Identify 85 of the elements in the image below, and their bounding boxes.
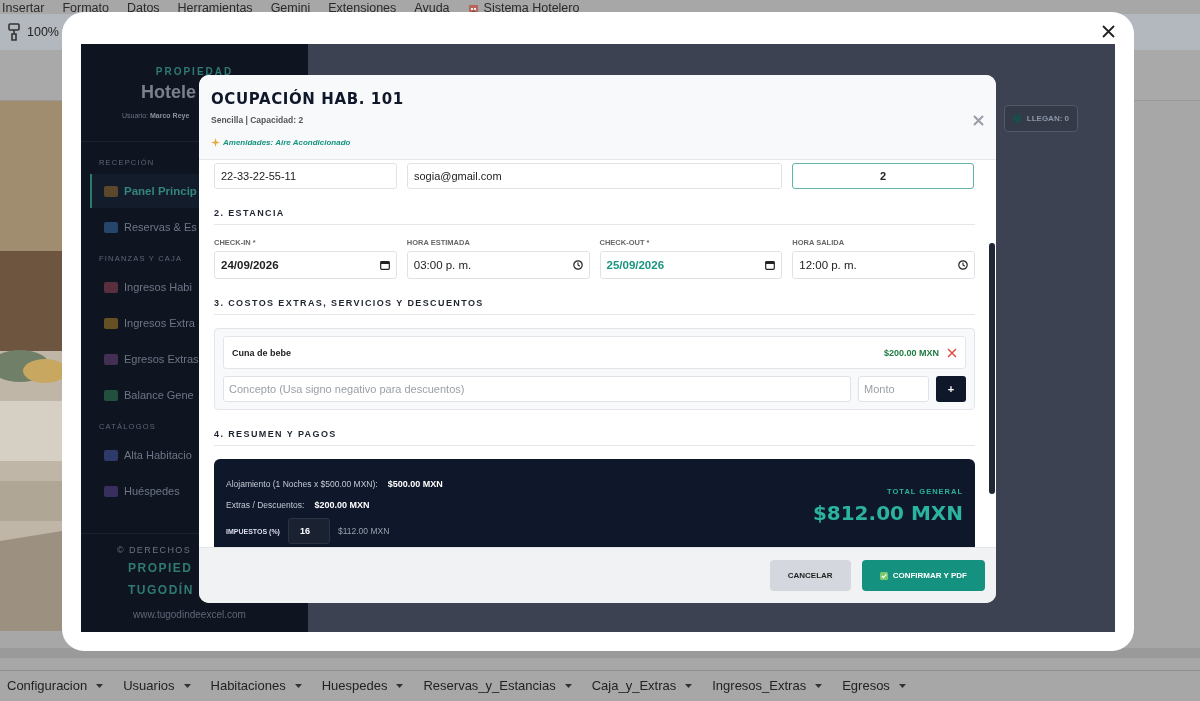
caret-icon xyxy=(96,683,104,688)
sheet-tab[interactable]: Ingresos_Extras xyxy=(712,678,823,693)
concept-field[interactable]: Concepto (Usa signo negativo para descuentos) xyxy=(223,376,851,402)
caret-icon xyxy=(294,683,302,688)
close-icon[interactable] xyxy=(1102,25,1115,38)
menu-icon xyxy=(104,316,118,330)
tax-amount: $112.00 MXN xyxy=(337,526,390,536)
cancel-button[interactable]: CANCELAR xyxy=(769,560,851,591)
menu-icon xyxy=(104,280,118,294)
summary-value: $200.00 MXN xyxy=(314,499,370,510)
sheet-tab[interactable]: Reservas_y_Estancias xyxy=(423,678,572,693)
sheet-tab[interactable]: Usuarios xyxy=(123,678,191,693)
date-field[interactable]: 24/09/2026 xyxy=(214,251,397,279)
caret-icon xyxy=(183,683,191,688)
menu-icon xyxy=(104,184,118,198)
caret-icon xyxy=(815,683,823,688)
menu-item[interactable]: Insertar xyxy=(2,2,45,14)
menu-item[interactable]: Ayuda xyxy=(414,2,450,14)
menu-item[interactable]: Herramientas xyxy=(177,2,253,14)
menu-item[interactable]: Datos xyxy=(126,2,160,14)
website-link[interactable]: www.tugodindeexcel.com xyxy=(133,609,246,620)
menu-icon xyxy=(104,388,118,402)
sidebar-item[interactable]: Balance Gene xyxy=(90,378,199,412)
time-field[interactable]: 12:00 p. m. xyxy=(792,251,975,279)
sidebar-item[interactable]: Alta Habitacio xyxy=(90,438,199,472)
time-field[interactable]: 03:00 p. m. xyxy=(406,251,590,279)
menu-item[interactable]: Formato xyxy=(62,2,109,14)
menu-item[interactable]: Extensiones xyxy=(328,2,397,14)
summary-label: Extras / Descuentos: xyxy=(226,499,305,510)
sparkle-icon xyxy=(211,138,220,147)
confirm-button[interactable]: CONFIRMAR Y PDF xyxy=(861,560,985,591)
caret-icon xyxy=(396,683,404,688)
clock-icon[interactable] xyxy=(958,260,968,270)
extra-concept: Cuna de bebe xyxy=(232,347,291,358)
menu-item[interactable]: Sistema Hotelero xyxy=(483,2,580,14)
sidebar-item[interactable]: Reservas & Es xyxy=(90,210,199,244)
modal-title: OCUPACIÓN HAB. 101 xyxy=(211,90,404,108)
input-field[interactable]: 2 xyxy=(792,163,974,189)
scrollbar-thumb[interactable] xyxy=(989,243,995,494)
clock-icon[interactable] xyxy=(572,260,583,270)
hotel-name: Hotele xyxy=(141,82,196,103)
arrivals-badge: LLEGAN: 0 xyxy=(1003,105,1078,132)
check-icon xyxy=(879,571,888,580)
amenities-text: Amenidades: Aire Acondicionado xyxy=(223,138,351,147)
remove-icon[interactable] xyxy=(947,347,957,358)
menu-icon xyxy=(104,484,118,498)
summary-value: $500.00 MXN xyxy=(387,478,443,489)
sidebar-item[interactable]: Panel Princip xyxy=(90,174,199,208)
tax-field[interactable]: 16 xyxy=(287,518,330,544)
date-field[interactable]: 25/09/2026 xyxy=(599,251,783,279)
sheet-tab[interactable]: Habitaciones xyxy=(210,678,302,693)
menu-item[interactable]: Gemini xyxy=(270,2,311,14)
caret-icon xyxy=(564,683,572,688)
section-heading: 4. RESUMEN Y PAGOS xyxy=(214,410,975,446)
menu-icon xyxy=(104,448,118,462)
caret-icon xyxy=(898,683,906,688)
input-field[interactable]: sogia@gmail.com xyxy=(407,163,782,189)
add-button[interactable]: + xyxy=(936,376,966,402)
input-field[interactable]: 22-33-22-55-11 xyxy=(214,163,397,189)
calendar-icon[interactable] xyxy=(379,260,390,270)
property-label: PROPIEDAD xyxy=(155,66,234,77)
owner-name: TUGODÍN xyxy=(128,581,194,599)
sheet-tab[interactable]: Configuracion xyxy=(7,678,104,693)
section-heading: 3. COSTOS EXTRAS, SERVICIOS Y DESCUENTOS xyxy=(214,279,975,315)
extra-amount: $200.00 MXN xyxy=(883,347,939,358)
calendar-icon[interactable] xyxy=(765,260,776,270)
copyright-text: © DERECHOS xyxy=(117,545,192,555)
summary-label: Alojamiento (1 Noches x $500.00 MXN): xyxy=(226,478,378,489)
sidebar-item[interactable]: Ingresos Extra xyxy=(90,306,199,340)
total-amount: $812.00 MXN xyxy=(812,501,963,525)
sheet-tab[interactable]: Caja_y_Extras xyxy=(591,678,693,693)
caret-icon xyxy=(685,683,693,688)
owner-name: PROPIED xyxy=(128,560,193,577)
menu-icon xyxy=(104,220,118,234)
sidebar-item[interactable]: Egresos Extras xyxy=(90,342,199,376)
sidebar-item[interactable]: Ingresos Habi xyxy=(90,270,199,304)
menu-icon xyxy=(104,352,118,366)
paint-format-icon[interactable] xyxy=(7,23,21,41)
sheet-tab[interactable]: Huespedes xyxy=(321,678,404,693)
zoom-level[interactable]: 100% xyxy=(27,25,59,39)
room-subtitle: Sencilla | Capacidad: 2 xyxy=(211,115,304,125)
section-heading: 2. ESTANCIA xyxy=(214,189,975,225)
sidebar-item[interactable]: Huéspedes xyxy=(90,474,199,508)
sheet-tab[interactable]: Egresos xyxy=(842,678,906,693)
amount-field[interactable]: Monto xyxy=(858,376,929,402)
